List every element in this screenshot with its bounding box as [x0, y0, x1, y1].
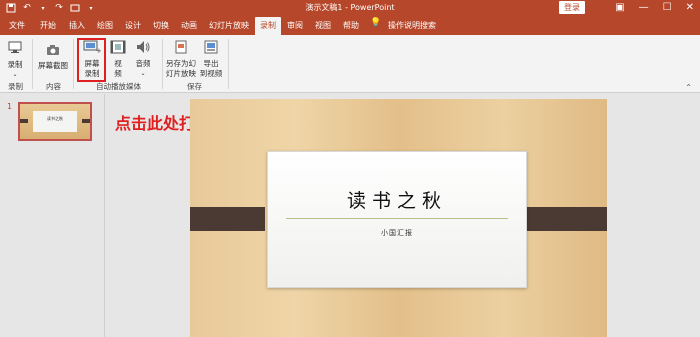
window-controls: ▣ — ☐ ✕	[615, 1, 694, 14]
save-as-slideshow-label-line2: 灯片放映	[166, 69, 196, 78]
record-button[interactable]: 录制 ⌄	[4, 39, 26, 80]
close-icon[interactable]: ✕	[686, 1, 694, 14]
title-card[interactable]: 读书之秋 小国汇报	[267, 151, 527, 288]
thumbnail-band-right	[82, 119, 90, 123]
chevron-down-icon: ⌄	[12, 71, 18, 78]
tell-me-search[interactable]: 操作说明搜索	[388, 20, 436, 31]
film-icon	[110, 40, 126, 54]
slide-band-right	[527, 207, 607, 231]
video-button[interactable]: 视 频	[108, 40, 128, 79]
video-label-line2: 频	[114, 69, 122, 78]
tab-design[interactable]: 设计	[125, 20, 141, 31]
record-icon	[8, 41, 22, 53]
tab-review[interactable]: 审阅	[287, 20, 303, 31]
export-video-icon	[204, 40, 218, 54]
thumbnail-card: 读书之秋	[33, 111, 77, 132]
export-video-label-line1: 导出	[203, 59, 219, 68]
group-label-save: 保存	[187, 82, 202, 91]
tab-slideshow[interactable]: 幻灯片放映	[209, 20, 249, 31]
ribbon-options-icon[interactable]: ▣	[615, 1, 624, 14]
title-bar: ↶ ▾ ↷ ▾ 演示文稿1 - PowerPoint 登录 ▣ — ☐ ✕	[0, 0, 700, 16]
thumbnail-title: 读书之秋	[47, 116, 63, 121]
group-separator	[73, 39, 74, 89]
save-as-slideshow-button[interactable]: 另存为幻 灯片放映	[165, 40, 197, 79]
speaker-icon	[137, 41, 150, 53]
login-button[interactable]: 登录	[559, 1, 585, 14]
highlight-box	[77, 38, 106, 82]
camera-icon	[47, 45, 59, 55]
audio-label: 音频	[135, 59, 151, 68]
group-label-record: 录制	[8, 82, 23, 91]
thumbnail-band-left	[20, 119, 28, 123]
slide-band-left	[190, 207, 265, 231]
slide-subtitle[interactable]: 小国汇报	[268, 228, 526, 238]
record-label: 录制	[7, 60, 23, 69]
tab-transitions[interactable]: 切换	[153, 20, 169, 31]
chevron-down-icon: ⌄	[140, 70, 146, 77]
save-as-slideshow-label-line1: 另存为幻	[166, 59, 196, 68]
slide-number: 1	[7, 102, 13, 111]
title-divider	[286, 218, 508, 219]
group-label-automedia: 自动播放媒体	[96, 82, 141, 91]
tab-draw[interactable]: 绘图	[97, 20, 113, 31]
maximize-icon[interactable]: ☐	[663, 1, 672, 14]
tab-insert[interactable]: 插入	[69, 20, 85, 31]
document-title: 演示文稿1 - PowerPoint	[305, 3, 395, 12]
group-separator	[32, 39, 33, 89]
slide-title[interactable]: 读书之秋	[268, 186, 526, 213]
tab-help[interactable]: 帮助	[343, 20, 359, 31]
slide-thumbnail[interactable]: 读书之秋	[18, 102, 92, 141]
export-video-label-line2: 到视频	[199, 69, 223, 78]
tab-file[interactable]: 文件	[9, 20, 25, 31]
minimize-icon[interactable]: —	[639, 1, 649, 14]
screenshot-label: 屏幕截图	[38, 61, 68, 70]
thumbnail-pane: 1 读书之秋	[0, 94, 105, 337]
audio-button[interactable]: 音频 ⌄	[131, 40, 155, 79]
screenshot-button[interactable]: 屏幕截图	[36, 44, 70, 71]
ribbon-tabs: 文件 开始 插入 绘图 设计 切换 动画 幻灯片放映 录制 审阅 视图 帮助 💡…	[0, 16, 700, 35]
group-separator	[162, 39, 163, 89]
video-label-line1: 视	[114, 59, 122, 68]
slide[interactable]: 读书之秋 小国汇报	[190, 99, 607, 337]
tab-animations[interactable]: 动画	[181, 20, 197, 31]
export-to-video-button[interactable]: 导出 到视频	[198, 40, 224, 79]
tab-home[interactable]: 开始	[40, 20, 56, 31]
group-separator	[228, 39, 229, 89]
lightbulb-icon: 💡	[370, 18, 382, 28]
tab-view[interactable]: 视图	[315, 20, 331, 31]
slideshow-file-icon	[175, 40, 187, 54]
group-label-content: 内容	[46, 82, 61, 91]
tab-record[interactable]: 录制	[255, 17, 281, 35]
collapse-ribbon-icon[interactable]: ⌃	[685, 83, 692, 92]
